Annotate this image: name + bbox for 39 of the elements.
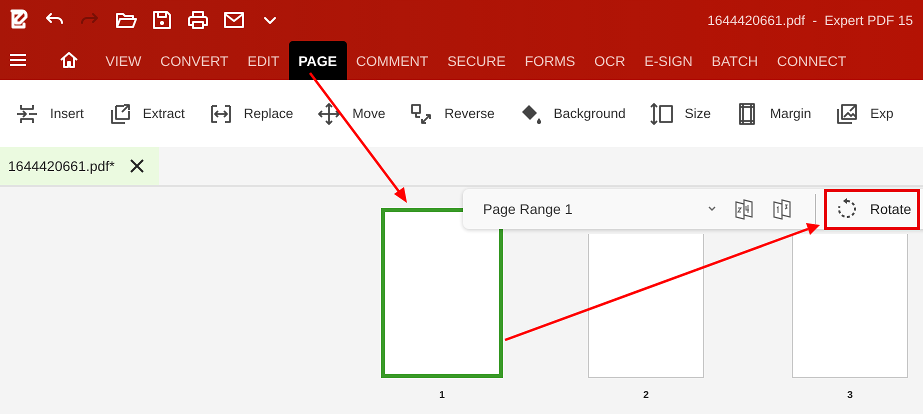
- printer-icon[interactable]: [186, 8, 210, 32]
- page-thumbnail[interactable]: [588, 234, 704, 378]
- rotate-button[interactable]: Rotate: [824, 188, 920, 230]
- ribbon-button[interactable]: Exp: [823, 102, 906, 126]
- menu-tab[interactable]: OCR: [584, 41, 635, 80]
- export-icon: [835, 102, 860, 126]
- ribbon-button[interactable]: Background: [506, 102, 638, 126]
- size-icon: [650, 102, 674, 126]
- menu-tab[interactable]: BATCH: [702, 41, 768, 80]
- rotate-icon: [836, 198, 858, 220]
- move-icon: [317, 102, 342, 126]
- ribbon-button[interactable]: Insert: [3, 102, 96, 126]
- menu-tab[interactable]: FORMS: [515, 41, 585, 80]
- menu-tab[interactable]: VIEW: [96, 41, 151, 80]
- reverse-icon: [409, 102, 434, 126]
- menu-tab[interactable]: CONNECT: [768, 41, 856, 80]
- menu-tab[interactable]: COMMENT: [346, 41, 438, 80]
- page-number: 1: [439, 390, 445, 401]
- menu-tab[interactable]: CONVERT: [150, 41, 238, 80]
- document-tab[interactable]: 1644420661.pdf*: [0, 147, 159, 185]
- window-title: 1644420661.pdf - Expert PDF 15: [707, 12, 913, 28]
- menu-tab[interactable]: E-SIGN: [634, 41, 702, 80]
- menu-tab[interactable]: EDIT: [238, 41, 289, 80]
- ribbon-button[interactable]: Extract: [96, 102, 197, 126]
- ribbon-button[interactable]: Size: [638, 102, 723, 126]
- ribbon-button[interactable]: Reverse: [397, 102, 507, 126]
- tab-label[interactable]: 1644420661.pdf*: [8, 158, 115, 174]
- ribbon-button[interactable]: Margin: [722, 102, 824, 126]
- page-range-dropdown[interactable]: Page Range 1: [483, 201, 717, 217]
- page-number: 2: [643, 390, 649, 401]
- save-icon[interactable]: [150, 8, 174, 32]
- ribbon-button[interactable]: Replace: [196, 102, 306, 126]
- close-icon[interactable]: [128, 158, 145, 174]
- home-icon[interactable]: [58, 49, 80, 71]
- menu-tab[interactable]: SECURE: [438, 41, 516, 80]
- page-thumbnail[interactable]: [792, 234, 908, 378]
- menu-tab[interactable]: PAGE: [288, 41, 347, 80]
- ribbon-button[interactable]: Move: [305, 102, 398, 126]
- page-number: 3: [847, 390, 853, 401]
